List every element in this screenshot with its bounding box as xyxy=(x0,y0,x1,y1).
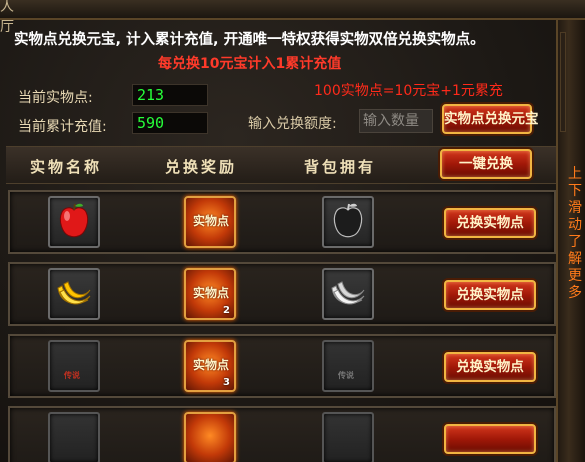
points-label: 当前实物点: xyxy=(18,90,93,106)
column-header-reward: 兑换奖励 xyxy=(165,158,238,176)
owned-slot xyxy=(322,412,374,462)
convert-to-yuanbao-button[interactable]: 实物点兑换元宝 xyxy=(442,104,539,134)
owned-legendary-item-label: 传说 xyxy=(338,371,354,380)
reward-label: 实物点 xyxy=(192,358,229,372)
scroll-hint-char: 下 xyxy=(568,183,582,199)
scroll-hint-char: 更 xyxy=(568,268,582,284)
exchange-amount-label: 输入兑换额度: xyxy=(248,116,337,132)
column-header-item: 实物名称 xyxy=(30,158,103,176)
exchange-points-button[interactable]: 兑换实物点 xyxy=(444,280,536,310)
item-slot[interactable] xyxy=(48,412,100,462)
legendary-item-label: 传说 xyxy=(64,371,80,380)
exchange-rate-text: 100实物点=10元宝+1元累充 xyxy=(314,83,503,99)
table-row: 传说 实物点 3 传说 兑换实物点 xyxy=(8,334,556,398)
grey-apple-icon xyxy=(322,196,374,248)
scroll-hint-char: 上 xyxy=(568,166,582,182)
scroll-hint-char: 了 xyxy=(568,234,582,250)
scroll-hint-char: 解 xyxy=(568,251,582,267)
notice-main-text: 实物点兑换元宝, 计入累计充值, 开通唯一特权获得实物双倍兑换实物点。 xyxy=(14,32,485,48)
reward-token-icon xyxy=(184,412,236,462)
exchange-points-button[interactable]: 兑换实物点 xyxy=(444,352,536,382)
table-row: 实物点 2 兑换实物点 xyxy=(8,262,556,326)
grey-apple-icon xyxy=(333,203,363,238)
recharge-value: 590 xyxy=(132,112,208,134)
reward-count: 3 xyxy=(223,377,230,388)
window-top-frame: 人厅 xyxy=(0,0,585,35)
reward-token-icon: 实物点 3 xyxy=(184,340,236,392)
exchange-panel: 人厅 上 下 滑 动 了 解 更 多 实物点兑换元宝, 计入累计充值, 开通唯一… xyxy=(0,0,585,462)
table-row xyxy=(8,406,556,462)
scroll-hint-char: 滑 xyxy=(568,200,582,216)
one-click-exchange-button[interactable]: 一键兑换 xyxy=(440,149,532,179)
golden-banana-icon xyxy=(57,281,91,305)
red-apple-icon[interactable] xyxy=(48,196,100,248)
red-apple-icon xyxy=(59,203,89,238)
reward-label: 实物点 xyxy=(192,286,229,300)
exchange-points-button-partial[interactable] xyxy=(444,424,536,454)
golden-banana-icon[interactable] xyxy=(48,268,100,320)
grey-banana-icon xyxy=(322,268,374,320)
scroll-hint-char: 多 xyxy=(568,285,582,301)
scroll-hint-char: 动 xyxy=(568,217,582,233)
exchange-amount-input[interactable] xyxy=(359,109,433,133)
recharge-label: 当前累计充值: xyxy=(18,119,107,135)
table-row: 实物点 兑换实物点 xyxy=(8,190,556,254)
reward-count: 2 xyxy=(223,305,230,316)
reward-token-icon: 实物点 xyxy=(184,196,236,248)
grey-banana-icon xyxy=(331,281,365,305)
reward-token-icon: 实物点 2 xyxy=(184,268,236,320)
points-value: 213 xyxy=(132,84,208,106)
legendary-item-icon[interactable]: 传说 xyxy=(48,340,100,392)
notice-sub-text: 每兑换10元宝计入1累计充值 xyxy=(158,56,342,72)
scroll-hint: 上 下 滑 动 了 解 更 多 xyxy=(566,166,584,302)
column-header-owned: 背包拥有 xyxy=(304,158,377,176)
reward-label: 实物点 xyxy=(192,214,229,228)
window-title-fragment: 人厅 xyxy=(0,0,14,35)
scrollbar[interactable] xyxy=(560,32,566,132)
grey-legendary-item-icon: 传说 xyxy=(322,340,374,392)
exchange-points-button[interactable]: 兑换实物点 xyxy=(444,208,536,238)
